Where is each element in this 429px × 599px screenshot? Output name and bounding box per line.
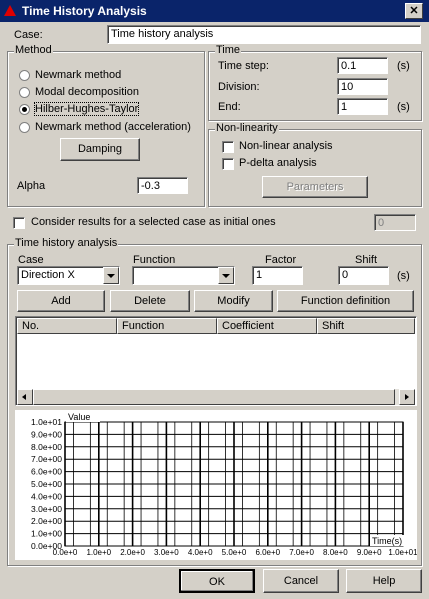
tha-legend: Time history analysis <box>14 237 119 249</box>
tha-shift-label: Shift <box>355 254 378 266</box>
column-header-shift[interactable]: Shift <box>317 318 415 334</box>
radio-modal-label[interactable]: Modal decomposition <box>35 86 139 98</box>
x-tick-label: 9.0e+0 <box>357 548 382 557</box>
time-step-input[interactable]: 0.1 <box>337 57 388 74</box>
case-label: Case: <box>14 29 43 41</box>
radio-newmark-label[interactable]: Newmark method <box>35 69 121 81</box>
chevron-down-icon[interactable] <box>218 267 234 284</box>
radio-newmark[interactable] <box>19 70 30 81</box>
alpha-label: Alpha <box>17 180 46 192</box>
delete-button[interactable]: Delete <box>110 290 190 312</box>
time-legend: Time <box>215 44 242 56</box>
arrow-left-icon <box>22 394 26 400</box>
tha-case-label: Case <box>18 254 44 266</box>
scroll-left-button[interactable] <box>17 389 33 405</box>
division-label: Division: <box>218 81 260 93</box>
y-tick-label: 2.0e+00 <box>31 516 62 526</box>
function-definition-button[interactable]: Function definition <box>277 290 414 312</box>
column-header-no[interactable]: No. <box>17 318 117 334</box>
help-button[interactable]: Help <box>346 569 422 593</box>
y-tick-label: 5.0e+00 <box>31 479 62 489</box>
scroll-thumb[interactable] <box>33 389 395 405</box>
modify-button[interactable]: Modify <box>194 290 273 312</box>
end-label: End: <box>218 101 241 113</box>
radio-hht[interactable] <box>19 104 30 115</box>
x-tick-label: 0.0e+0 <box>53 548 78 557</box>
y-tick-label: 7.0e+00 <box>31 454 62 464</box>
y-tick-label: 6.0e+00 <box>31 467 62 477</box>
y-tick-label: 1.0e+00 <box>31 529 62 539</box>
radio-selected-dot <box>22 107 27 112</box>
add-button[interactable]: Add <box>17 290 105 312</box>
radio-modal-decomposition[interactable] <box>19 87 30 98</box>
radio-hht-label[interactable]: Hilber-Hughes-Taylor <box>33 102 140 116</box>
x-tick-label: 1.0e+01 <box>388 548 417 557</box>
x-tick-label: 3.0e+0 <box>154 548 179 557</box>
radio-newmark-acceleration[interactable] <box>19 122 30 133</box>
y-tick-label: 8.0e+00 <box>31 442 62 452</box>
function-chart: 0.0e+001.0e+002.0e+003.0e+004.0e+005.0e+… <box>31 411 418 557</box>
initial-case-label[interactable]: Consider results for a selected case as … <box>31 216 276 228</box>
close-button[interactable]: ✕ <box>405 3 423 19</box>
division-input[interactable]: 10 <box>337 78 388 95</box>
nonlinearity-legend: Non-linearity <box>215 122 279 134</box>
damping-button[interactable]: Damping <box>60 138 140 161</box>
case-name-input[interactable]: Time history analysis <box>107 25 421 44</box>
ok-button[interactable]: OK <box>179 569 255 593</box>
y-tick-label: 9.0e+00 <box>31 429 62 439</box>
x-tick-label: 8.0e+0 <box>323 548 348 557</box>
arrow-right-icon <box>405 394 409 400</box>
time-step-unit: (s) <box>397 60 410 72</box>
x-tick-label: 4.0e+0 <box>188 548 213 557</box>
method-legend: Method <box>14 44 53 56</box>
alpha-input[interactable]: -0.3 <box>137 177 188 194</box>
cancel-button[interactable]: Cancel <box>263 569 339 593</box>
tha-shift-input[interactable]: 0 <box>338 266 389 285</box>
y-tick-label: 1.0e+01 <box>31 417 62 427</box>
radio-newmark-acc-label[interactable]: Newmark method (acceleration) <box>35 121 191 133</box>
app-icon <box>4 5 16 16</box>
time-step-label: Time step: <box>218 60 269 72</box>
window-title: Time History Analysis <box>22 4 147 18</box>
column-header-coefficient[interactable]: Coefficient <box>217 318 317 334</box>
initial-case-checkbox[interactable] <box>13 217 25 229</box>
x-tick-label: 1.0e+0 <box>86 548 111 557</box>
parameters-button[interactable]: Parameters <box>262 176 368 198</box>
tha-function-label: Function <box>133 254 176 266</box>
pdelta-checkbox[interactable] <box>222 158 234 170</box>
x-tick-label: 5.0e+0 <box>222 548 247 557</box>
nonlinear-label[interactable]: Non-linear analysis <box>239 140 333 152</box>
end-unit: (s) <box>397 101 410 113</box>
column-header-function[interactable]: Function <box>117 318 217 334</box>
y-tick-label: 3.0e+00 <box>31 504 62 514</box>
end-input[interactable]: 1 <box>337 98 388 115</box>
y-axis-label: Value <box>68 412 90 422</box>
initial-case-input[interactable]: 0 <box>374 214 416 231</box>
x-tick-label: 7.0e+0 <box>289 548 314 557</box>
tha-factor-label: Factor <box>265 254 297 266</box>
tha-factor-input[interactable]: 1 <box>252 266 303 285</box>
chevron-down-icon[interactable] <box>103 267 119 284</box>
x-tick-label: 6.0e+0 <box>255 548 280 557</box>
title-bar: Time History Analysis ✕ <box>0 0 429 22</box>
pdelta-label[interactable]: P-delta analysis <box>239 157 317 169</box>
x-axis-label: Time(s) <box>372 536 402 546</box>
function-chart-panel: 0.0e+00 1.0e+00 2.0e+00 3.0e+00 4.0e+00 5.0e+… <box>15 410 418 560</box>
scroll-right-button[interactable] <box>399 389 415 405</box>
y-tick-label: 4.0e+00 <box>31 491 62 501</box>
nonlinear-checkbox[interactable] <box>222 141 234 153</box>
tha-shift-unit: (s) <box>397 270 410 282</box>
x-tick-label: 2.0e+0 <box>120 548 145 557</box>
